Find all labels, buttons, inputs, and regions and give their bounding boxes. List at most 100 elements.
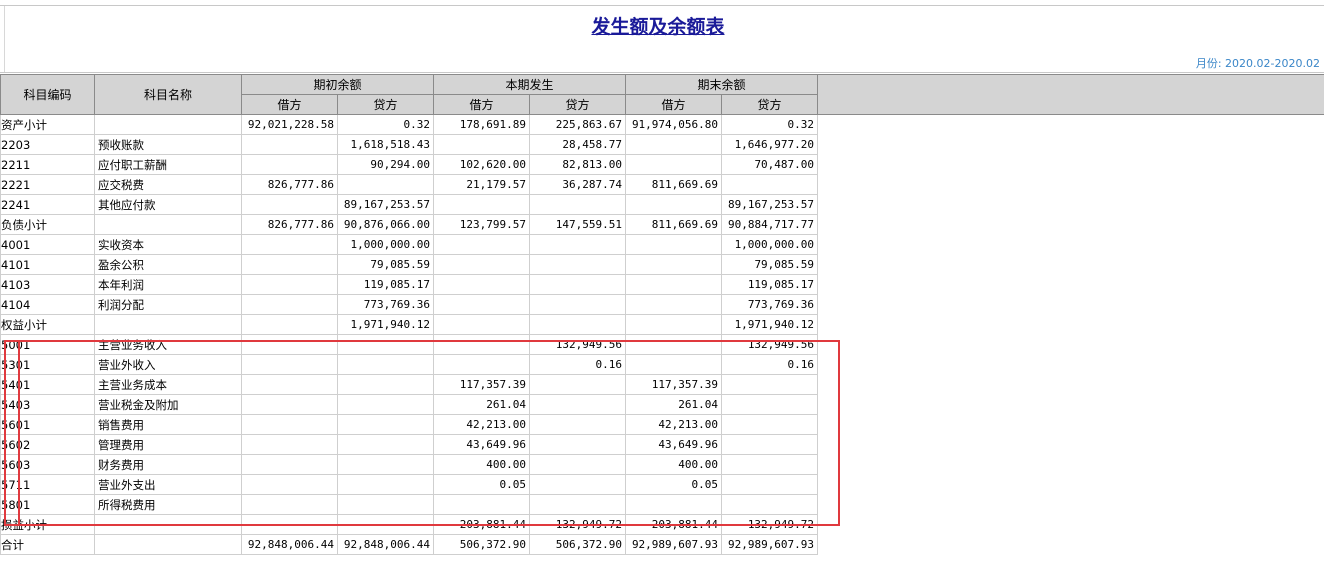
opening-debit-cell[interactable]: 92,848,006.44 (241, 534, 338, 555)
opening-debit-cell[interactable] (241, 154, 338, 175)
account-code-cell[interactable]: 4001 (0, 234, 95, 255)
table-row[interactable]: 4101 盈余公积 79,085.59 79,085.59 (0, 254, 1324, 275)
table-row[interactable]: 4103 本年利润 119,085.17 119,085.17 (0, 274, 1324, 295)
table-row[interactable]: 5602 管理费用 43,649.96 43,649.96 (0, 434, 1324, 455)
header-period-debit[interactable]: 借方 (433, 94, 531, 115)
period-credit-cell[interactable]: 0.16 (529, 354, 627, 375)
period-credit-cell[interactable]: 82,813.00 (529, 154, 627, 175)
opening-credit-cell[interactable] (336, 514, 435, 535)
account-code-cell[interactable]: 4103 (0, 274, 95, 295)
opening-credit-cell[interactable] (336, 414, 435, 435)
account-name-cell[interactable]: 主营业务收入 (94, 334, 242, 355)
opening-credit-cell[interactable]: 92,848,006.44 (336, 534, 435, 555)
account-name-cell[interactable] (94, 314, 242, 335)
table-row[interactable]: 5401 主营业务成本 117,357.39 117,357.39 (0, 374, 1324, 395)
period-debit-cell[interactable] (433, 134, 531, 155)
account-code-cell[interactable]: 5601 (0, 414, 95, 435)
table-row[interactable]: 5801 所得税费用 (0, 494, 1324, 515)
account-name-cell[interactable]: 所得税费用 (94, 494, 242, 515)
closing-credit-cell[interactable]: 1,971,940.12 (721, 314, 819, 335)
opening-debit-cell[interactable]: 826,777.86 (241, 174, 338, 195)
header-closing-credit[interactable]: 贷方 (721, 94, 819, 115)
table-row[interactable]: 5603 财务费用 400.00 400.00 (0, 454, 1324, 475)
closing-credit-cell[interactable] (721, 454, 819, 475)
closing-credit-cell[interactable] (721, 414, 819, 435)
period-debit-cell[interactable]: 261.04 (433, 394, 531, 415)
account-name-cell[interactable]: 本年利润 (94, 274, 242, 295)
closing-credit-cell[interactable]: 132,949.72 (721, 514, 819, 535)
opening-credit-cell[interactable]: 90,294.00 (336, 154, 435, 175)
table-row[interactable]: 5001 主营业务收入 132,949.56 132,949.56 (0, 334, 1324, 355)
account-name-cell[interactable]: 主营业务成本 (94, 374, 242, 395)
closing-debit-cell[interactable]: 261.04 (625, 394, 723, 415)
closing-credit-cell[interactable]: 89,167,253.57 (721, 194, 819, 215)
closing-debit-cell[interactable] (625, 334, 723, 355)
period-credit-cell[interactable] (529, 454, 627, 475)
opening-credit-cell[interactable] (336, 494, 435, 515)
header-closing-balance[interactable]: 期末余额 (625, 74, 819, 95)
closing-credit-cell[interactable] (721, 434, 819, 455)
opening-credit-cell[interactable]: 773,769.36 (336, 294, 435, 315)
header-period-credit[interactable]: 贷方 (529, 94, 627, 115)
table-row[interactable]: 2221 应交税费 826,777.86 21,179.57 36,287.74 811,… (0, 174, 1324, 195)
table-row[interactable]: 5711 营业外支出 0.05 0.05 (0, 474, 1324, 495)
closing-debit-cell[interactable]: 43,649.96 (625, 434, 723, 455)
account-name-cell[interactable]: 营业税金及附加 (94, 394, 242, 415)
table-row[interactable]: 损益小计 203,881.44 132,949.72 203,881.44 132,94… (0, 514, 1324, 535)
table-row[interactable]: 合计 92,848,006.44 92,848,006.44 506,372.90 50… (0, 534, 1324, 555)
header-closing-debit[interactable]: 借方 (625, 94, 723, 115)
closing-credit-cell[interactable] (721, 474, 819, 495)
closing-debit-cell[interactable] (625, 314, 723, 335)
account-code-cell[interactable]: 2241 (0, 194, 95, 215)
period-credit-cell[interactable] (529, 434, 627, 455)
opening-credit-cell[interactable]: 79,085.59 (336, 254, 435, 275)
account-code-cell[interactable]: 负债小计 (0, 214, 95, 235)
opening-debit-cell[interactable] (241, 454, 338, 475)
account-code-cell[interactable]: 5301 (0, 354, 95, 375)
opening-debit-cell[interactable] (241, 254, 338, 275)
opening-debit-cell[interactable] (241, 494, 338, 515)
closing-credit-cell[interactable]: 132,949.56 (721, 334, 819, 355)
closing-credit-cell[interactable]: 0.32 (721, 114, 819, 135)
header-opening-debit[interactable]: 借方 (241, 94, 338, 115)
period-debit-cell[interactable]: 506,372.90 (433, 534, 531, 555)
period-credit-cell[interactable]: 225,863.67 (529, 114, 627, 135)
closing-credit-cell[interactable]: 1,000,000.00 (721, 234, 819, 255)
opening-credit-cell[interactable] (336, 334, 435, 355)
table-row[interactable]: 5601 销售费用 42,213.00 42,213.00 (0, 414, 1324, 435)
period-credit-cell[interactable] (529, 414, 627, 435)
table-row[interactable]: 权益小计 1,971,940.12 1,971,940.12 (0, 314, 1324, 335)
closing-debit-cell[interactable]: 203,881.44 (625, 514, 723, 535)
period-credit-cell[interactable]: 36,287.74 (529, 174, 627, 195)
closing-credit-cell[interactable] (721, 174, 819, 195)
period-credit-cell[interactable]: 506,372.90 (529, 534, 627, 555)
closing-debit-cell[interactable] (625, 254, 723, 275)
opening-credit-cell[interactable]: 1,971,940.12 (336, 314, 435, 335)
period-debit-cell[interactable]: 102,620.00 (433, 154, 531, 175)
period-debit-cell[interactable] (433, 234, 531, 255)
period-debit-cell[interactable] (433, 254, 531, 275)
account-code-cell[interactable]: 5403 (0, 394, 95, 415)
header-period-amount[interactable]: 本期发生 (433, 74, 627, 95)
account-name-cell[interactable]: 实收资本 (94, 234, 242, 255)
closing-credit-cell[interactable]: 0.16 (721, 354, 819, 375)
closing-debit-cell[interactable]: 811,669.69 (625, 174, 723, 195)
opening-debit-cell[interactable] (241, 434, 338, 455)
period-debit-cell[interactable] (433, 334, 531, 355)
table-row[interactable]: 5403 营业税金及附加 261.04 261.04 (0, 394, 1324, 415)
closing-debit-cell[interactable]: 0.05 (625, 474, 723, 495)
closing-debit-cell[interactable] (625, 354, 723, 375)
account-code-cell[interactable]: 4101 (0, 254, 95, 275)
opening-debit-cell[interactable] (241, 474, 338, 495)
opening-credit-cell[interactable] (336, 454, 435, 475)
opening-debit-cell[interactable] (241, 374, 338, 395)
opening-debit-cell[interactable] (241, 314, 338, 335)
closing-debit-cell[interactable]: 811,669.69 (625, 214, 723, 235)
period-credit-cell[interactable] (529, 234, 627, 255)
closing-debit-cell[interactable]: 92,989,607.93 (625, 534, 723, 555)
closing-credit-cell[interactable] (721, 374, 819, 395)
period-debit-cell[interactable]: 43,649.96 (433, 434, 531, 455)
period-credit-cell[interactable] (529, 314, 627, 335)
header-account-code[interactable]: 科目编码 (0, 74, 95, 115)
account-code-cell[interactable]: 2221 (0, 174, 95, 195)
